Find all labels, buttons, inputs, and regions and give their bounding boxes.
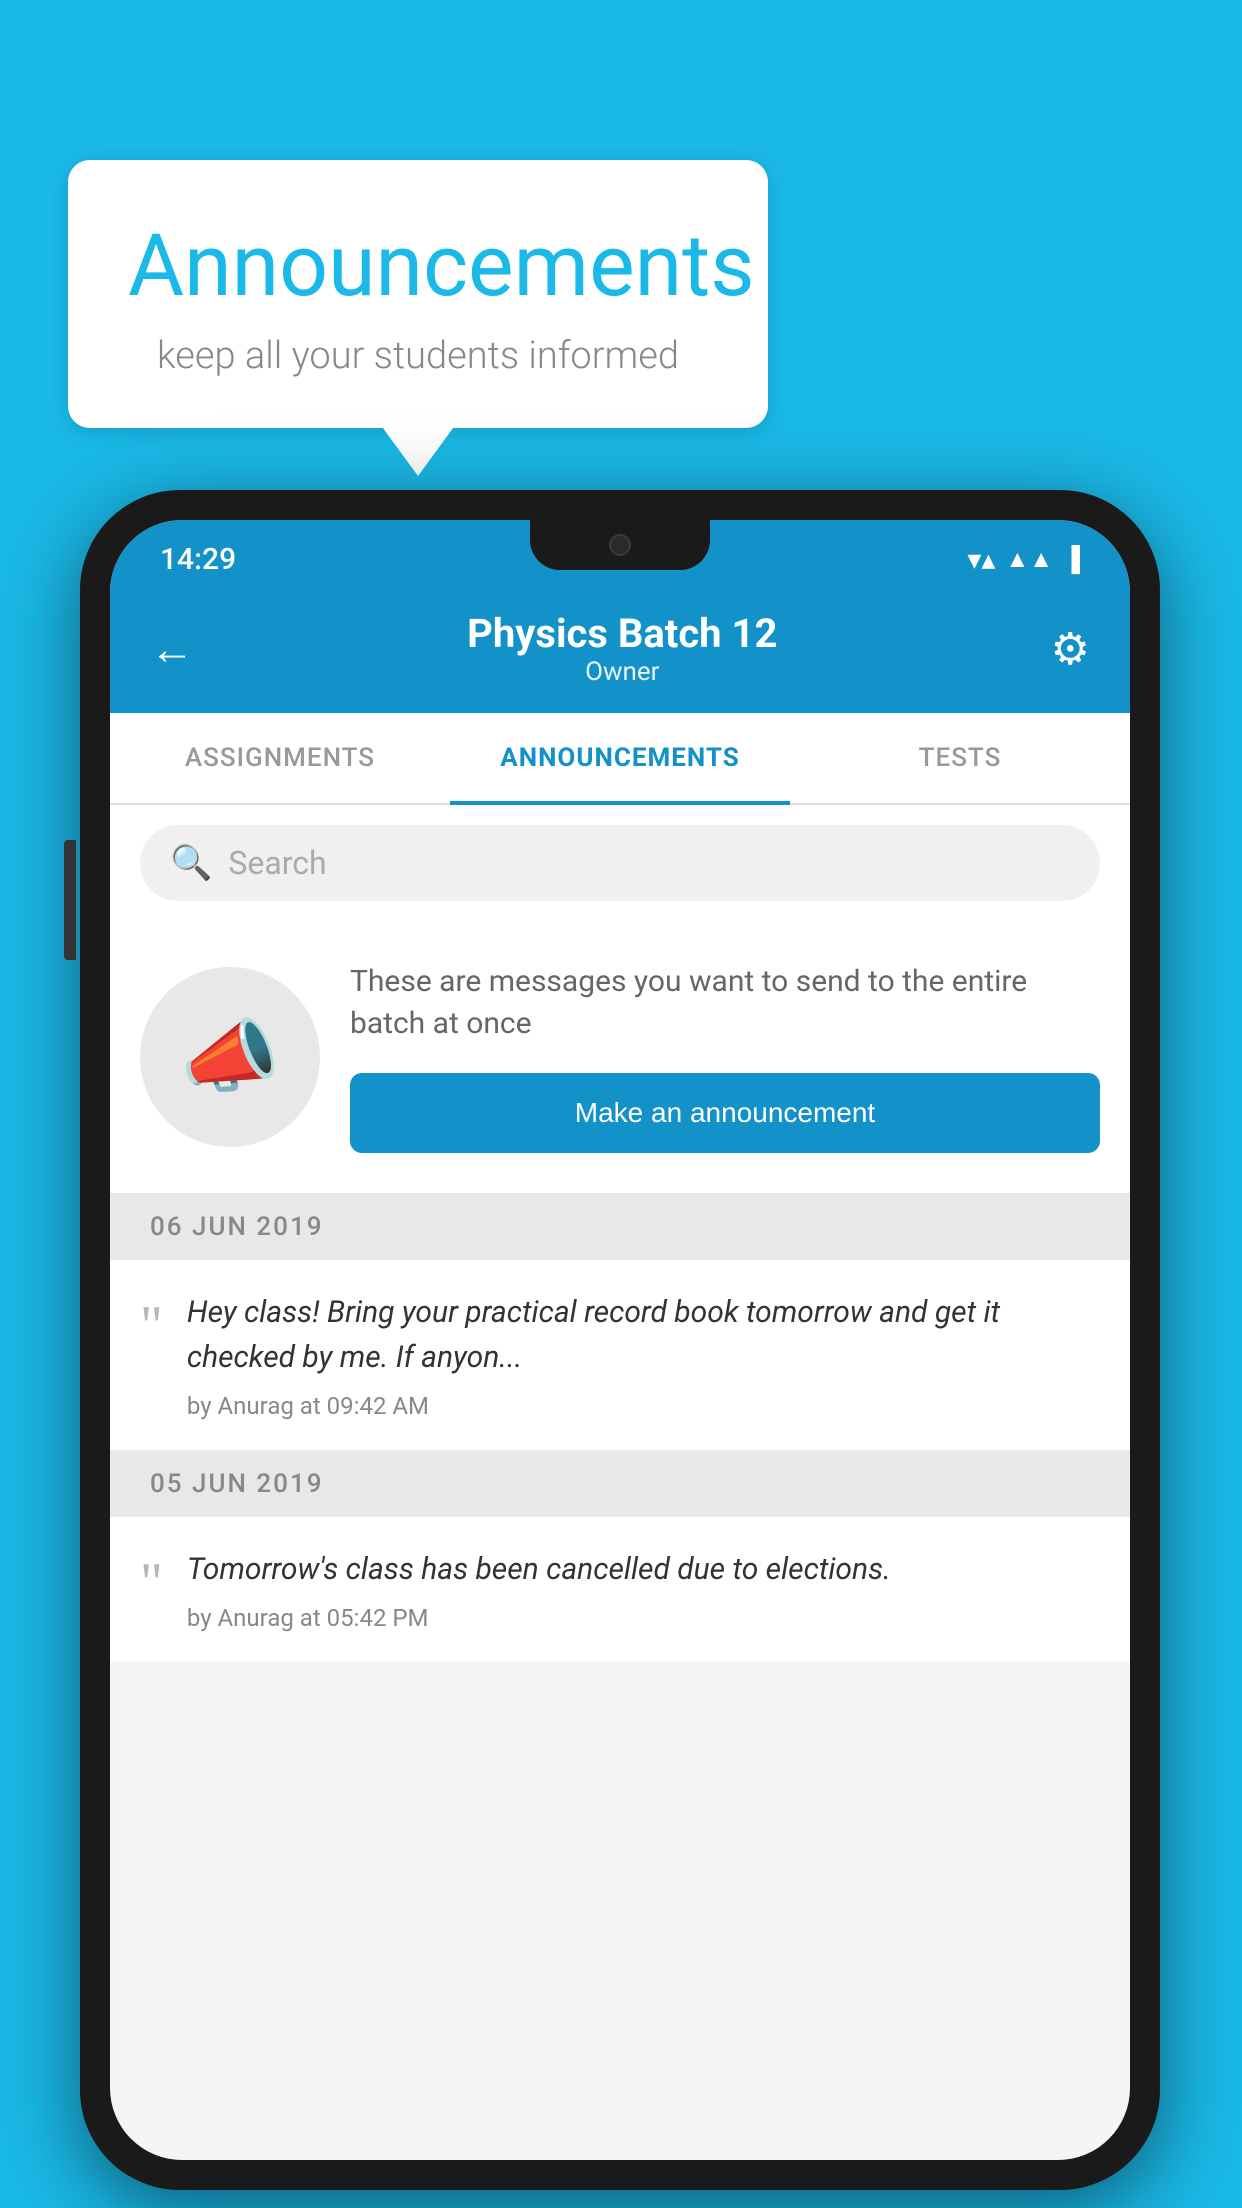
megaphone-circle: 📣 (140, 967, 320, 1147)
search-input[interactable]: Search (228, 844, 326, 882)
announcement-prompt: 📣 These are messages you want to send to… (110, 921, 1130, 1194)
announcement-text-1: Hey class! Bring your practical record b… (187, 1290, 1100, 1380)
announcement-content-1: Hey class! Bring your practical record b… (187, 1290, 1100, 1420)
camera-dot (609, 534, 631, 556)
search-container: 🔍 Search (110, 805, 1130, 921)
announcement-meta-1: by Anurag at 09:42 AM (187, 1392, 1100, 1420)
prompt-description: These are messages you want to send to t… (350, 961, 1100, 1045)
phone-screen: 14:29 ▾▴ ▲▲ ▐ ← Physics Batch 12 Owner ⚙… (110, 520, 1130, 2160)
settings-icon[interactable]: ⚙ (1051, 623, 1090, 675)
phone-notch (530, 520, 710, 570)
speech-bubble-container: Announcements keep all your students inf… (68, 160, 768, 428)
tab-announcements[interactable]: ANNOUNCEMENTS (450, 713, 790, 803)
bubble-subtitle: keep all your students informed (128, 334, 708, 378)
wifi-icon: ▾▴ (967, 543, 995, 576)
quote-icon-2: " (140, 1555, 163, 1611)
tab-tests[interactable]: TESTS (790, 713, 1130, 803)
announcement-item-1: " Hey class! Bring your practical record… (110, 1260, 1130, 1451)
back-button[interactable]: ← (150, 623, 194, 675)
status-time: 14:29 (160, 542, 236, 577)
status-icons: ▾▴ ▲▲ ▐ (967, 543, 1080, 576)
announcement-meta-2: by Anurag at 05:42 PM (187, 1604, 1100, 1632)
announcement-content-2: Tomorrow's class has been cancelled due … (187, 1547, 1100, 1632)
make-announcement-button[interactable]: Make an announcement (350, 1073, 1100, 1153)
announcement-text-2: Tomorrow's class has been cancelled due … (187, 1547, 1100, 1592)
header-center: Physics Batch 12 Owner (467, 610, 777, 687)
announcement-item-2: " Tomorrow's class has been cancelled du… (110, 1517, 1130, 1663)
quote-icon-1: " (140, 1298, 163, 1354)
date-separator-2: 05 JUN 2019 (110, 1451, 1130, 1517)
search-icon: 🔍 (170, 843, 212, 883)
signal-icon: ▲▲ (1005, 545, 1053, 574)
app-header: ← Physics Batch 12 Owner ⚙ (110, 590, 1130, 713)
search-bar[interactable]: 🔍 Search (140, 825, 1100, 901)
megaphone-icon: 📣 (180, 1010, 280, 1104)
speech-bubble: Announcements keep all your students inf… (68, 160, 768, 428)
header-subtitle: Owner (467, 657, 777, 687)
header-title: Physics Batch 12 (467, 610, 777, 657)
prompt-right: These are messages you want to send to t… (350, 961, 1100, 1153)
bubble-title: Announcements (128, 215, 708, 316)
phone-frame-outer: 14:29 ▾▴ ▲▲ ▐ ← Physics Batch 12 Owner ⚙… (80, 490, 1160, 2190)
battery-icon: ▐ (1063, 545, 1080, 574)
tabs-container: ASSIGNMENTS ANNOUNCEMENTS TESTS (110, 713, 1130, 805)
tab-assignments[interactable]: ASSIGNMENTS (110, 713, 450, 803)
date-separator-1: 06 JUN 2019 (110, 1194, 1130, 1260)
